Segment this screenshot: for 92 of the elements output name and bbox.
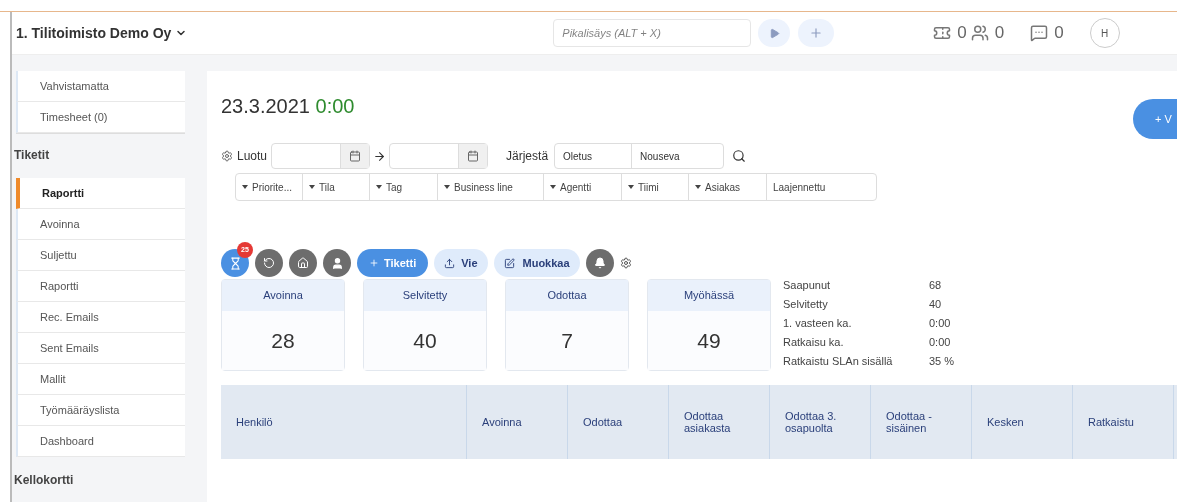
export-button[interactable]: Vie: [434, 249, 488, 277]
column-header: Ratkaistu: [1073, 385, 1174, 459]
company-dropdown[interactable]: 1. Tilitoimisto Demo Oy: [16, 22, 188, 44]
home-button[interactable]: [289, 249, 317, 277]
quick-add-field[interactable]: Pikalisäys (ALT + X): [553, 19, 752, 47]
stat-label: Ratkaistu SLAn sisällä: [783, 354, 894, 369]
column-header: Kesken: [972, 385, 1073, 459]
stat-value: 0:00: [929, 316, 951, 331]
stat-value: 40: [929, 297, 942, 312]
date-field[interactable]: [271, 143, 371, 169]
report-date: 23.3.2021: [221, 95, 310, 117]
column-header: Odottaa asiakasta: [669, 385, 770, 459]
filter-dropdown[interactable]: Asiakas: [689, 174, 767, 200]
calendar-icon: [349, 150, 362, 162]
plus-icon: [809, 26, 824, 40]
section-heading: Kellokortti: [14, 472, 75, 489]
column-header: Avoinna: [467, 385, 568, 459]
card-value: 49: [648, 311, 770, 370]
caret-icon: [550, 185, 556, 189]
sidebar-item[interactable]: Mallit: [16, 364, 185, 395]
history-button[interactable]: [255, 249, 283, 277]
play-icon: [768, 27, 780, 39]
column-header: Odottaa 3. osapuolta: [770, 385, 871, 459]
ticket-icon: [933, 24, 952, 42]
filter-dropdown[interactable]: Tiimi: [622, 174, 689, 200]
arrow-icon: [373, 149, 387, 163]
bell-button[interactable]: [585, 249, 614, 277]
column-header: Henkilö: [221, 385, 467, 459]
stat-value: 35 %: [929, 354, 955, 369]
filter-dropdown[interactable]: Priorite...: [236, 174, 303, 200]
created-label: Luotu: [237, 148, 268, 165]
stat-label: Selvitetty: [783, 297, 829, 312]
caret-icon: [376, 185, 382, 189]
counter-value: 0: [1054, 22, 1064, 45]
sidebar-item[interactable]: Rec. Emails: [16, 302, 185, 333]
sidebar-item[interactable]: Timesheet (0): [16, 102, 185, 133]
settings-icon: [619, 257, 632, 269]
hourglass-button[interactable]: [221, 249, 249, 277]
calendar-icon: [467, 150, 480, 162]
card-value: 28: [222, 311, 344, 370]
card-value: 7: [506, 311, 628, 370]
column-header: Odottaa - sisäinen: [871, 385, 972, 459]
filter-dropdown[interactable]: Tila: [303, 174, 370, 200]
card-value: 40: [364, 311, 486, 370]
sidebar-item[interactable]: Avoinna: [16, 209, 185, 240]
sort-label: Järjestä: [506, 148, 549, 165]
history-icon: [263, 257, 275, 269]
play-button[interactable]: [758, 19, 791, 47]
counter-value: 0: [994, 22, 1005, 45]
people-icon: [970, 24, 989, 42]
edit-button[interactable]: Muokkaa: [493, 249, 580, 277]
chat-icon: [1030, 24, 1049, 42]
filter-dropdown[interactable]: Business line: [438, 174, 544, 200]
settings-icon: [221, 150, 233, 162]
report-time: 0:00: [315, 95, 355, 117]
edit-icon: [503, 257, 515, 269]
stat-label: Ratkaisu ka.: [783, 335, 845, 350]
column-header: Odottaa: [568, 385, 669, 459]
home-icon: [297, 257, 309, 269]
card-title: Myöhässä: [648, 280, 770, 311]
card-title: Odottaa: [506, 280, 628, 311]
filter-dropdown[interactable]: Tag: [370, 174, 438, 200]
sidebar-item[interactable]: Dashboard: [16, 426, 185, 457]
sidebar-item[interactable]: Sent Emails: [16, 333, 185, 364]
date-field[interactable]: [389, 143, 489, 169]
bell-icon: [593, 257, 606, 269]
upload-icon: [444, 257, 456, 269]
stat-value: 0:00: [929, 335, 951, 350]
stat-label: Saapunut: [783, 278, 832, 293]
stat-label: 1. vasteen ka.: [783, 316, 853, 331]
hourglass-icon: [228, 256, 242, 270]
caret-icon: [628, 185, 634, 189]
sidebar-item[interactable]: Raportti: [16, 271, 185, 302]
sidebar-item[interactable]: Raportti: [16, 178, 185, 209]
sidebar-item[interactable]: Työmääräyslista: [16, 395, 185, 426]
caret-icon: [444, 185, 450, 189]
filter-dropdown[interactable]: Agentti: [544, 174, 622, 200]
sidebar-item[interactable]: Suljettu: [16, 240, 185, 271]
search-icon: [732, 149, 747, 163]
user-icon: [330, 256, 344, 270]
counter-value: 0: [957, 22, 967, 45]
caret-icon: [695, 185, 701, 189]
user-button[interactable]: [323, 249, 351, 277]
caret-icon: [242, 185, 248, 189]
sidebar-item[interactable]: Vahvistamatta: [16, 71, 185, 102]
section-heading: Tiketit: [14, 147, 51, 164]
card-title: Avoinna: [222, 280, 344, 311]
plus-icon: [369, 258, 379, 268]
stat-value: 68: [929, 278, 942, 293]
filter-dropdown[interactable]: Laajennettu: [767, 174, 876, 200]
card-title: Selvitetty: [364, 280, 486, 311]
caret-icon: [309, 185, 315, 189]
